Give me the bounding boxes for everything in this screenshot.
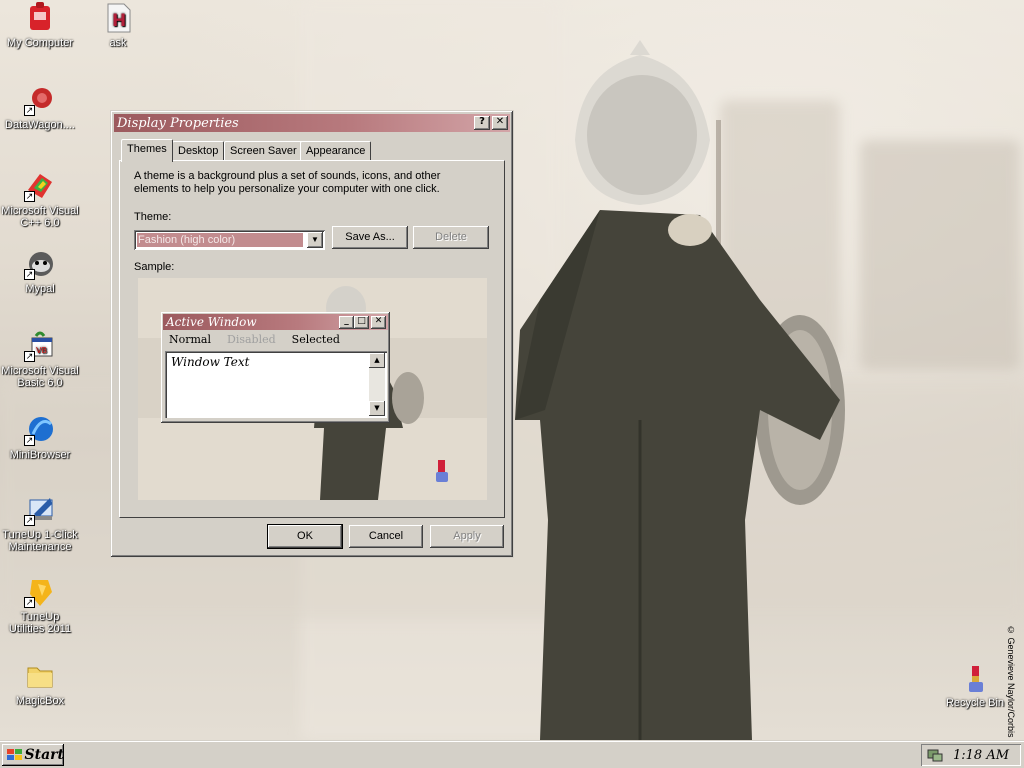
mypal-icon: ↗ [24,248,56,280]
tab-desktop[interactable]: Desktop [172,141,225,161]
desktop-icon-tuneup-maintenance[interactable]: ↗ TuneUp 1-Click Maintenance [0,494,80,553]
shortcut-arrow-icon: ↗ [24,269,35,280]
shortcut-arrow-icon: ↗ [24,351,35,362]
desktop-icon-label: ask [109,37,127,49]
sample-menu-selected: Selected [291,333,340,346]
desktop-icon-datawagon[interactable]: ↗ DataWagon.... [0,84,80,131]
sample-active-window: Active Window _ □ ✕ Normal Disabled Sele… [161,312,390,423]
theme-label: Theme: [134,211,172,223]
shortcut-arrow-icon: ↗ [24,105,35,116]
ok-button[interactable]: OK [267,524,343,549]
sample-window-title: Active Window [166,315,257,329]
sample-window-text: Window Text [171,355,250,369]
help-button[interactable]: ? [474,116,490,130]
folder-icon [24,660,56,692]
sample-window-menu: Normal Disabled Selected [161,330,390,346]
dialog-titlebar[interactable]: Display Properties ? ✕ [114,114,510,132]
desktop-icon-label: Recycle Bin [945,697,1005,709]
dialog-title: Display Properties [117,115,239,131]
sample-scrollbar: ▲ ▼ [369,353,385,416]
apply-button[interactable]: Apply [430,525,504,548]
desktop-icon-magicbox[interactable]: MagicBox [0,660,80,707]
datawagon-icon: ↗ [24,84,56,116]
desktop-icon-label: Microsoft Visual C++ 6.0 [1,205,79,229]
tab-themes[interactable]: Themes [121,139,173,162]
start-label: Start [24,747,65,763]
shortcut-arrow-icon: ↗ [24,515,35,526]
desktop-icon-visual-basic[interactable]: VB ↗ Microsoft Visual Basic 6.0 [0,330,80,389]
desktop-icon-tuneup-utilities[interactable]: ↗ TuneUp Utilities 2011 [0,576,80,635]
save-as-button[interactable]: Save As... [332,226,408,249]
chevron-down-icon[interactable]: ▼ [307,232,323,248]
shortcut-arrow-icon: ↗ [24,435,35,446]
desktop-icon-label: DataWagon.... [5,119,75,131]
my-computer-icon [24,2,56,34]
sample-menu-disabled: Disabled [227,333,276,346]
system-tray: 1:18 AM [921,744,1021,766]
theme-select-value: Fashion (high color) [137,233,303,247]
desktop-icon-label: MagicBox [15,695,65,707]
desktop-icon-label: TuneUp Utilities 2011 [8,611,72,635]
maximize-icon: □ [354,315,369,329]
theme-select[interactable]: Fashion (high color) ▼ [134,230,325,250]
sample-label: Sample: [134,261,175,273]
desktop-icon-minibrowser[interactable]: ↗ MiniBrowser [0,414,80,461]
minibrowser-icon: ↗ [24,414,56,446]
desktop-icon-label: My Computer [6,37,74,49]
tuneup-maintenance-icon: ↗ [24,494,56,526]
theme-description: A theme is a background plus a set of so… [134,170,441,195]
desktop-icon-label: Microsoft Visual Basic 6.0 [1,365,79,389]
windows-logo-icon [7,749,22,760]
tuneup-utilities-icon: ↗ [24,576,56,608]
scroll-up-icon: ▲ [369,353,385,368]
svg-text:H: H [112,11,126,31]
desktop-icon-mypal[interactable]: ↗ Mypal [0,248,80,295]
desktop-icon-label: TuneUp 1-Click Maintenance [2,529,78,553]
scroll-down-icon: ▼ [369,401,385,416]
minimize-icon: _ [339,315,354,329]
clock[interactable]: 1:18 AM [953,748,1009,763]
delete-button[interactable]: Delete [413,226,489,249]
sample-window-titlebar: Active Window _ □ ✕ [163,314,388,330]
taskbar: Start 1:18 AM [0,740,1024,768]
close-button[interactable]: ✕ [492,116,508,130]
desktop-icon-ask[interactable]: H ask [78,2,158,49]
start-button[interactable]: Start [2,744,64,766]
svg-text:VB: VB [36,346,47,355]
shortcut-arrow-icon: ↗ [24,597,35,608]
ask-app-icon: H [102,2,134,34]
desktop-icon-label: MiniBrowser [9,449,71,461]
visual-basic-icon: VB ↗ [24,330,56,362]
sample-menu-normal: Normal [169,333,212,346]
close-icon: ✕ [371,315,386,329]
desktop-icon-label: Mypal [25,283,55,295]
recycle-bin-icon [959,662,991,694]
desktop-icon-visual-cpp[interactable]: ↗ Microsoft Visual C++ 6.0 [0,170,80,229]
wallpaper-copyright: © Genevieve Naylor/Corbis [1006,625,1016,738]
desktop-icon-my-computer[interactable]: My Computer [0,2,80,49]
network-tray-icon[interactable] [927,747,943,763]
tab-screen-saver[interactable]: Screen Saver [224,141,303,161]
shortcut-arrow-icon: ↗ [24,191,35,202]
cancel-button[interactable]: Cancel [349,525,423,548]
sample-window-text-area: Window Text ▲ ▼ [165,351,387,418]
visual-cpp-icon: ↗ [24,170,56,202]
tab-appearance[interactable]: Appearance [300,141,372,161]
